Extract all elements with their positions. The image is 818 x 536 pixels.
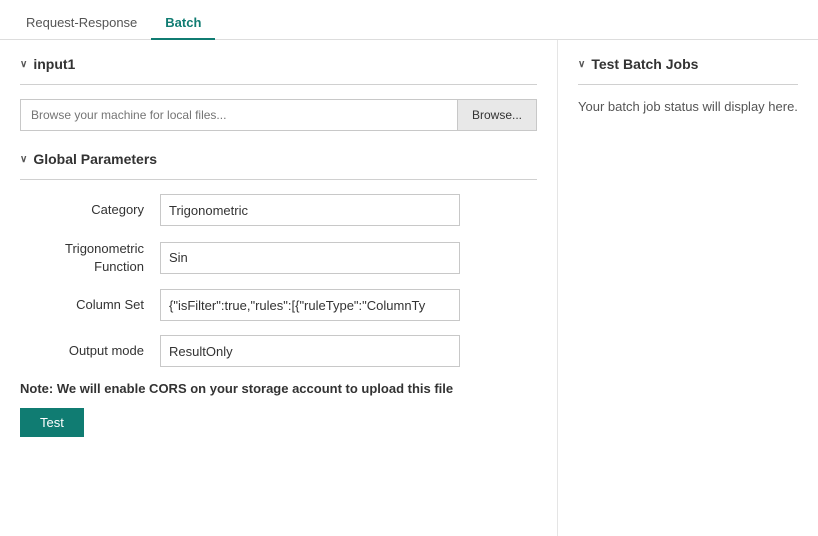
param-input-trig-function[interactable]: [160, 242, 460, 274]
input1-title: input1: [33, 56, 75, 72]
batch-jobs-title: Test Batch Jobs: [591, 56, 698, 72]
right-panel: ∨ Test Batch Jobs Your batch job status …: [558, 40, 818, 536]
cors-note: Note: We will enable CORS on your storag…: [20, 381, 537, 396]
batch-jobs-chevron-icon[interactable]: ∨: [578, 59, 585, 70]
browse-row: Browse...: [20, 99, 537, 131]
param-input-column-set[interactable]: [160, 289, 460, 321]
param-input-output-mode[interactable]: [160, 335, 460, 367]
tabs-bar: Request-Response Batch: [0, 0, 818, 40]
param-input-category[interactable]: [160, 194, 460, 226]
global-params-section: ∨ Global Parameters Category Trigonometr…: [20, 151, 537, 367]
batch-jobs-header: ∨ Test Batch Jobs: [578, 56, 798, 72]
global-params-header: ∨ Global Parameters: [20, 151, 537, 167]
param-row-category: Category: [20, 194, 537, 226]
main-layout: ∨ input1 Browse... ∨ Global Parameters C…: [0, 40, 818, 536]
input1-divider: [20, 84, 537, 85]
tab-batch[interactable]: Batch: [151, 7, 215, 40]
batch-jobs-divider: [578, 84, 798, 85]
batch-status-text: Your batch job status will display here.: [578, 99, 798, 114]
input1-chevron-icon[interactable]: ∨: [20, 59, 27, 70]
global-params-divider: [20, 179, 537, 180]
test-button[interactable]: Test: [20, 408, 84, 437]
param-label-output-mode: Output mode: [20, 342, 160, 360]
param-row-trig-function: Trigonometric Function: [20, 240, 537, 275]
input1-section-header: ∨ input1: [20, 56, 537, 72]
tab-request-response[interactable]: Request-Response: [12, 7, 151, 40]
param-label-column-set: Column Set: [20, 296, 160, 314]
left-panel: ∨ input1 Browse... ∨ Global Parameters C…: [0, 40, 558, 536]
browse-button[interactable]: Browse...: [457, 99, 537, 131]
param-row-column-set: Column Set: [20, 289, 537, 321]
param-label-trig-function: Trigonometric Function: [20, 240, 160, 275]
param-row-output-mode: Output mode: [20, 335, 537, 367]
file-browse-input[interactable]: [20, 99, 457, 131]
param-label-category: Category: [20, 201, 160, 219]
global-params-chevron-icon[interactable]: ∨: [20, 154, 27, 165]
global-params-title: Global Parameters: [33, 151, 157, 167]
